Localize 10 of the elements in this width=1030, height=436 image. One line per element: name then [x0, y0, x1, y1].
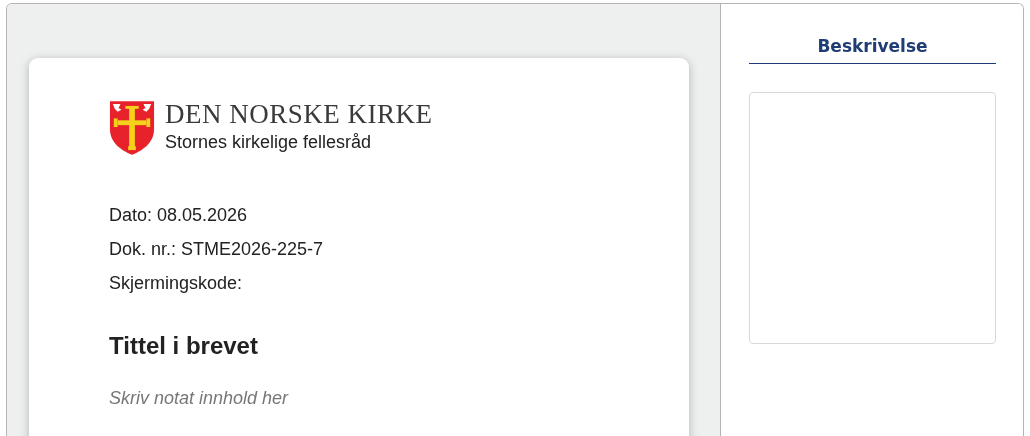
panel-heading: Beskrivelse: [749, 36, 996, 64]
letter-title[interactable]: Tittel i brevet: [109, 332, 689, 360]
description-field[interactable]: [749, 92, 996, 344]
body-placeholder[interactable]: Skriv notat innhold her: [109, 388, 689, 409]
organization-name: DEN NORSKE KIRKE: [165, 100, 433, 128]
document-meta: Dok. nr.: STME2026-225-7: [109, 238, 325, 261]
document-meta: Skjermingskode:: [109, 272, 244, 295]
document-meta: Dato: 08.05.2026: [109, 204, 249, 227]
shield-cross-icon: [109, 100, 155, 156]
unit-name: Stornes kirkelige fellesråd: [165, 132, 373, 153]
